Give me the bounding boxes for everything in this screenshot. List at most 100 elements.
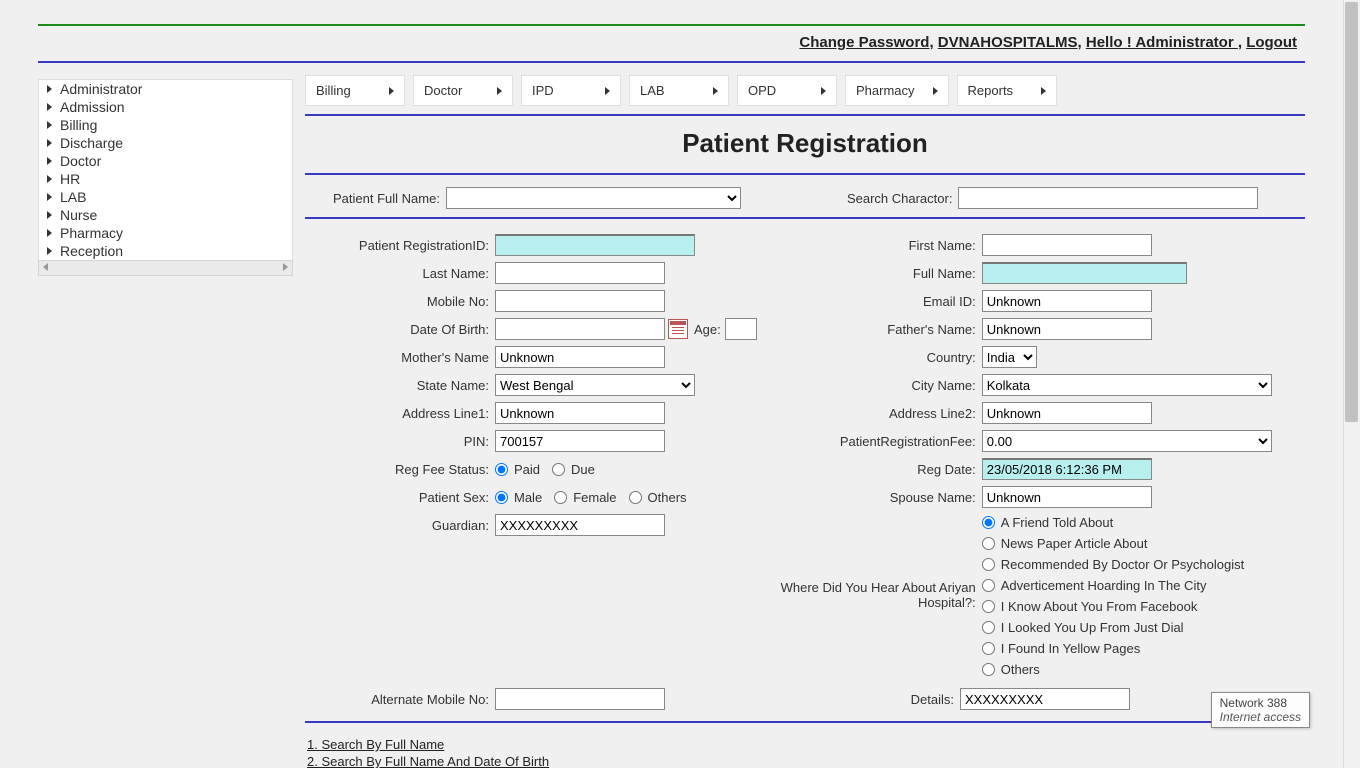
patient-full-name-select[interactable] (446, 187, 741, 209)
email-input[interactable] (982, 290, 1152, 312)
nav-opd[interactable]: OPD (737, 75, 837, 106)
state-label: State Name: (305, 378, 495, 393)
form-grid: Patient RegistrationID: Last Name: Mobil… (305, 229, 1305, 681)
sex-female-radio[interactable] (554, 491, 567, 504)
sidebar-item-doctor[interactable]: Doctor (39, 152, 292, 170)
mobile-input[interactable] (495, 290, 665, 312)
hear-opt-0-radio[interactable] (982, 516, 995, 529)
nav-doctor[interactable]: Doctor (413, 75, 513, 106)
chevron-right-icon (605, 87, 610, 95)
addr1-input[interactable] (495, 402, 665, 424)
sidebar: Administrator Admission Billing Discharg… (38, 71, 293, 768)
details-input[interactable] (960, 688, 1130, 710)
addr2-input[interactable] (982, 402, 1152, 424)
email-label: Email ID: (757, 294, 982, 309)
search-character-input[interactable] (958, 187, 1258, 209)
vertical-scrollbar[interactable] (1343, 0, 1360, 768)
sex-others-radio[interactable] (629, 491, 642, 504)
first-name-label: First Name: (757, 238, 982, 253)
page-title: Patient Registration (305, 128, 1305, 159)
reg-id-input[interactable] (495, 234, 695, 256)
pin-input[interactable] (495, 430, 665, 452)
top-green-divider (38, 24, 1305, 26)
hear-opt-label: Others (995, 662, 1046, 677)
sex-male-label: Male (512, 490, 550, 505)
spouse-input[interactable] (982, 486, 1152, 508)
age-input[interactable] (725, 318, 757, 340)
calendar-icon[interactable] (668, 319, 688, 339)
hear-opt-1-radio[interactable] (982, 537, 995, 550)
reg-date-input[interactable] (982, 458, 1152, 480)
hear-opt-4-radio[interactable] (982, 600, 995, 613)
search-by-full-name-link[interactable]: 1. Search By Full Name (307, 737, 1305, 752)
sidebar-item-label: HR (60, 171, 80, 187)
hear-opt-3-radio[interactable] (982, 579, 995, 592)
reg-fee-select[interactable]: 0.00 (982, 430, 1272, 452)
father-input[interactable] (982, 318, 1152, 340)
sidebar-item-discharge[interactable]: Discharge (39, 134, 292, 152)
alt-mobile-input[interactable] (495, 688, 665, 710)
state-select[interactable]: West Bengal (495, 374, 695, 396)
chevron-right-icon (497, 87, 502, 95)
blue-divider-search (305, 217, 1305, 219)
country-select[interactable]: India (982, 346, 1037, 368)
city-select[interactable]: Kolkata (982, 374, 1272, 396)
search-character-label: Search Charactor: (847, 191, 953, 206)
nav-lab[interactable]: LAB (629, 75, 729, 106)
patient-full-name-label: Patient Full Name: (333, 191, 440, 206)
sex-male-radio[interactable] (495, 491, 508, 504)
sidebar-item-reception[interactable]: Reception (39, 242, 292, 260)
sidebar-item-billing[interactable]: Billing (39, 116, 292, 134)
site-name-link[interactable]: DVNAHOSPITALMS (938, 34, 1078, 51)
sidebar-item-label: Admission (60, 99, 125, 115)
hear-opt-7-radio[interactable] (982, 663, 995, 676)
network-tooltip: Network 388 Internet access (1211, 692, 1310, 728)
scrollbar-thumb[interactable] (1345, 2, 1358, 422)
greeting-link[interactable]: Hello ! Administrator (1086, 34, 1238, 51)
sidebar-item-administrator[interactable]: Administrator (39, 80, 292, 98)
nav-reports[interactable]: Reports (957, 75, 1057, 106)
mobile-label: Mobile No: (305, 294, 495, 309)
sidebar-item-lab[interactable]: LAB (39, 188, 292, 206)
age-label: Age: (694, 322, 721, 337)
search-by-full-name-dob-link[interactable]: 2. Search By Full Name And Date Of Birth (307, 754, 1305, 768)
country-label: Country: (757, 350, 982, 365)
sidebar-item-label: Doctor (60, 153, 101, 169)
chevron-right-icon (47, 211, 52, 219)
sidebar-item-label: LAB (60, 189, 86, 205)
sidebar-item-nurse[interactable]: Nurse (39, 206, 292, 224)
chevron-right-icon (47, 157, 52, 165)
guardian-input[interactable] (495, 514, 665, 536)
hear-opt-label: Recommended By Doctor Or Psychologist (995, 557, 1250, 572)
nav-ipd[interactable]: IPD (521, 75, 621, 106)
sidebar-item-hr[interactable]: HR (39, 170, 292, 188)
first-name-input[interactable] (982, 234, 1152, 256)
blue-divider-top (38, 61, 1305, 63)
blue-divider-title (305, 173, 1305, 175)
sidebar-item-admission[interactable]: Admission (39, 98, 292, 116)
nav-pharmacy[interactable]: Pharmacy (845, 75, 949, 106)
fee-due-radio[interactable] (552, 463, 565, 476)
last-name-input[interactable] (495, 262, 665, 284)
nav-billing[interactable]: Billing (305, 75, 405, 106)
dob-input[interactable] (495, 318, 665, 340)
mother-input[interactable] (495, 346, 665, 368)
hear-opt-5-radio[interactable] (982, 621, 995, 634)
hear-opt-6-radio[interactable] (982, 642, 995, 655)
hear-opt-2-radio[interactable] (982, 558, 995, 571)
spouse-label: Spouse Name: (757, 490, 982, 505)
change-password-link[interactable]: Change Password (799, 34, 929, 51)
sidebar-item-pharmacy[interactable]: Pharmacy (39, 224, 292, 242)
sidebar-item-label: Administrator (60, 81, 142, 97)
chevron-right-icon (713, 87, 718, 95)
sidebar-horizontal-scrollbar[interactable] (38, 260, 293, 276)
logout-link[interactable]: Logout (1246, 34, 1297, 51)
fee-paid-radio[interactable] (495, 463, 508, 476)
chevron-right-icon (47, 139, 52, 147)
chevron-right-icon (283, 263, 288, 271)
full-name-input[interactable] (982, 262, 1187, 284)
header-links: Change Password, DVNAHOSPITALMS, Hello !… (8, 30, 1335, 57)
nav-label: Pharmacy (856, 83, 915, 98)
fee-due-label: Due (569, 462, 603, 477)
reg-id-label: Patient RegistrationID: (305, 238, 495, 253)
